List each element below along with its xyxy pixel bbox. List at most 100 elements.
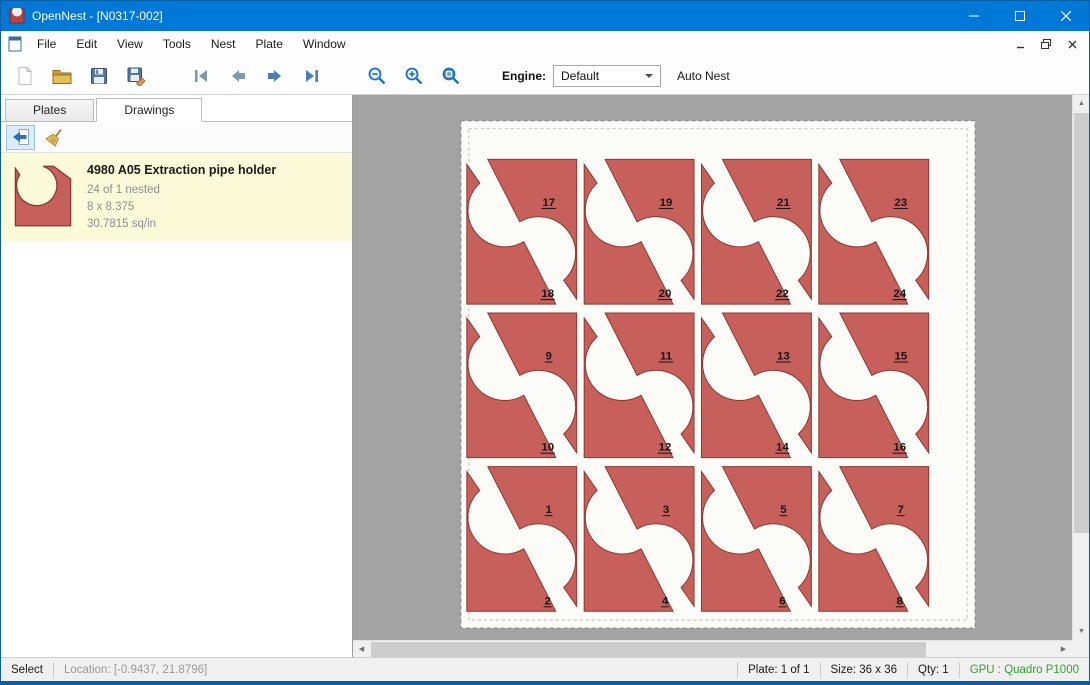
- part-meta: 4980 A05 Extraction pipe holder 24 of 1 …: [87, 162, 276, 233]
- part-number: 19: [660, 197, 673, 209]
- mdi-restore-button[interactable]: [1035, 35, 1057, 53]
- part-label: 6: [779, 595, 787, 607]
- first-arrow-icon: [191, 66, 211, 86]
- drawings-list: 4980 A05 Extraction pipe holder 24 of 1 …: [1, 153, 352, 657]
- mdi-close-icon: [1068, 40, 1077, 49]
- maximize-button[interactable]: [997, 1, 1043, 31]
- close-icon: [1061, 11, 1071, 21]
- previous-plate-button[interactable]: [222, 60, 254, 92]
- part-label: 4: [661, 595, 669, 607]
- sidebar-tabs: Plates Drawings: [1, 95, 352, 122]
- mdi-minimize-button[interactable]: [1009, 35, 1031, 53]
- previous-arrow-icon: [228, 66, 248, 86]
- part-label: 20: [658, 288, 673, 300]
- part-number: 20: [659, 288, 672, 300]
- part-nested-info: 24 of 1 nested: [87, 182, 276, 199]
- part-number: 6: [779, 595, 785, 607]
- status-gpu: GPU : Quadro P1000: [960, 664, 1089, 676]
- sidebar-toolbar: [1, 122, 352, 153]
- menu-window[interactable]: Window: [293, 37, 356, 51]
- menu-edit[interactable]: Edit: [66, 37, 107, 51]
- open-folder-icon: [52, 66, 72, 86]
- engine-select[interactable]: Default: [553, 65, 661, 87]
- scroll-up-icon[interactable]: ▲: [1073, 95, 1090, 112]
- part-thumbnail: [11, 162, 75, 230]
- first-plate-button[interactable]: [185, 60, 217, 92]
- tab-plates[interactable]: Plates: [5, 99, 94, 121]
- part-number: 8: [897, 595, 903, 607]
- scroll-down-icon[interactable]: ▼: [1073, 623, 1090, 640]
- next-arrow-icon: [265, 66, 285, 86]
- part-label: 14: [775, 442, 790, 454]
- menu-file[interactable]: File: [27, 37, 66, 51]
- nest-viewport[interactable]: 171819202122232491011121314151612345678: [353, 95, 1072, 640]
- part-number: 14: [776, 442, 789, 454]
- part-label: 13: [776, 351, 791, 363]
- send-to-nest-button[interactable]: [6, 125, 35, 150]
- part-label: 10: [540, 442, 555, 454]
- part-label: 19: [659, 197, 674, 209]
- vertical-scrollbar[interactable]: ▲ ▼: [1072, 95, 1089, 640]
- tab-drawings[interactable]: Drawings: [96, 98, 202, 122]
- status-location: Location: [-0.9437, 21.8796]: [54, 664, 217, 676]
- save-edit-icon: [126, 66, 146, 86]
- next-plate-button[interactable]: [259, 60, 291, 92]
- clear-button[interactable]: [40, 125, 69, 150]
- chevron-down-icon: [645, 74, 653, 82]
- auto-nest-button[interactable]: Auto Nest: [677, 69, 730, 83]
- mdi-close-button[interactable]: [1061, 35, 1083, 53]
- part-number: 24: [893, 288, 906, 300]
- status-mode: Select: [1, 664, 53, 676]
- mdi-restore-icon: [1041, 39, 1051, 49]
- app-window: OpenNest - [N0317-002] FileEditViewTools…: [0, 0, 1090, 685]
- menu-tools[interactable]: Tools: [153, 37, 201, 51]
- part-number: 13: [777, 351, 790, 363]
- maximize-icon: [1015, 11, 1025, 21]
- open-button[interactable]: [46, 60, 78, 92]
- part-number: 15: [894, 351, 907, 363]
- scroll-right-icon[interactable]: ▶: [1055, 641, 1072, 658]
- menu-items: FileEditViewToolsNestPlateWindow: [27, 31, 356, 57]
- zoom-out-button[interactable]: [361, 60, 393, 92]
- part-label: 15: [893, 351, 908, 363]
- menu-nest[interactable]: Nest: [201, 37, 246, 51]
- window-controls: [951, 1, 1089, 31]
- part-label: 23: [893, 197, 908, 209]
- drawing-list-item[interactable]: 4980 A05 Extraction pipe holder 24 of 1 …: [1, 153, 352, 242]
- part-label: 11: [659, 351, 674, 363]
- zoom-fit-button[interactable]: [435, 60, 467, 92]
- part-label: 22: [775, 288, 790, 300]
- zoom-in-button[interactable]: [398, 60, 430, 92]
- part-number: 11: [660, 351, 673, 363]
- part-label: 12: [658, 442, 673, 454]
- part-label: 5: [780, 504, 788, 516]
- part-label: 1: [545, 504, 553, 516]
- part-label: 18: [540, 288, 555, 300]
- app-icon: [9, 8, 25, 24]
- last-plate-button[interactable]: [296, 60, 328, 92]
- scroll-left-icon[interactable]: ◀: [353, 641, 370, 658]
- menu-plate[interactable]: Plate: [246, 37, 293, 51]
- minimize-button[interactable]: [951, 1, 997, 31]
- new-button[interactable]: [9, 60, 41, 92]
- vertical-scroll-thumb[interactable]: [1074, 113, 1089, 533]
- part-number: 21: [777, 197, 790, 209]
- statusbar: Select Location: [-0.9437, 21.8796] Plat…: [1, 657, 1089, 681]
- status-size: Size: 36 x 36: [821, 664, 907, 676]
- save-edit-button[interactable]: [120, 60, 152, 92]
- part-number: 7: [898, 504, 904, 516]
- status-qty: Qty: 1: [908, 664, 959, 676]
- menu-view[interactable]: View: [107, 37, 153, 51]
- horizontal-scrollbar[interactable]: ◀ ▶: [353, 640, 1072, 657]
- scrollbar-corner: [1072, 640, 1089, 657]
- status-plate: Plate: 1 of 1: [738, 664, 819, 676]
- part-number: 12: [659, 442, 672, 454]
- save-button[interactable]: [83, 60, 115, 92]
- mdi-minimize-icon: [1016, 40, 1025, 49]
- part-label: 21: [776, 197, 791, 209]
- part-number: 3: [663, 504, 669, 516]
- horizontal-scroll-thumb[interactable]: [371, 642, 926, 657]
- toolbar: Engine: Default Auto Nest: [1, 57, 1089, 95]
- part-area: 30.7815 sq/in: [87, 216, 276, 233]
- close-button[interactable]: [1043, 1, 1089, 31]
